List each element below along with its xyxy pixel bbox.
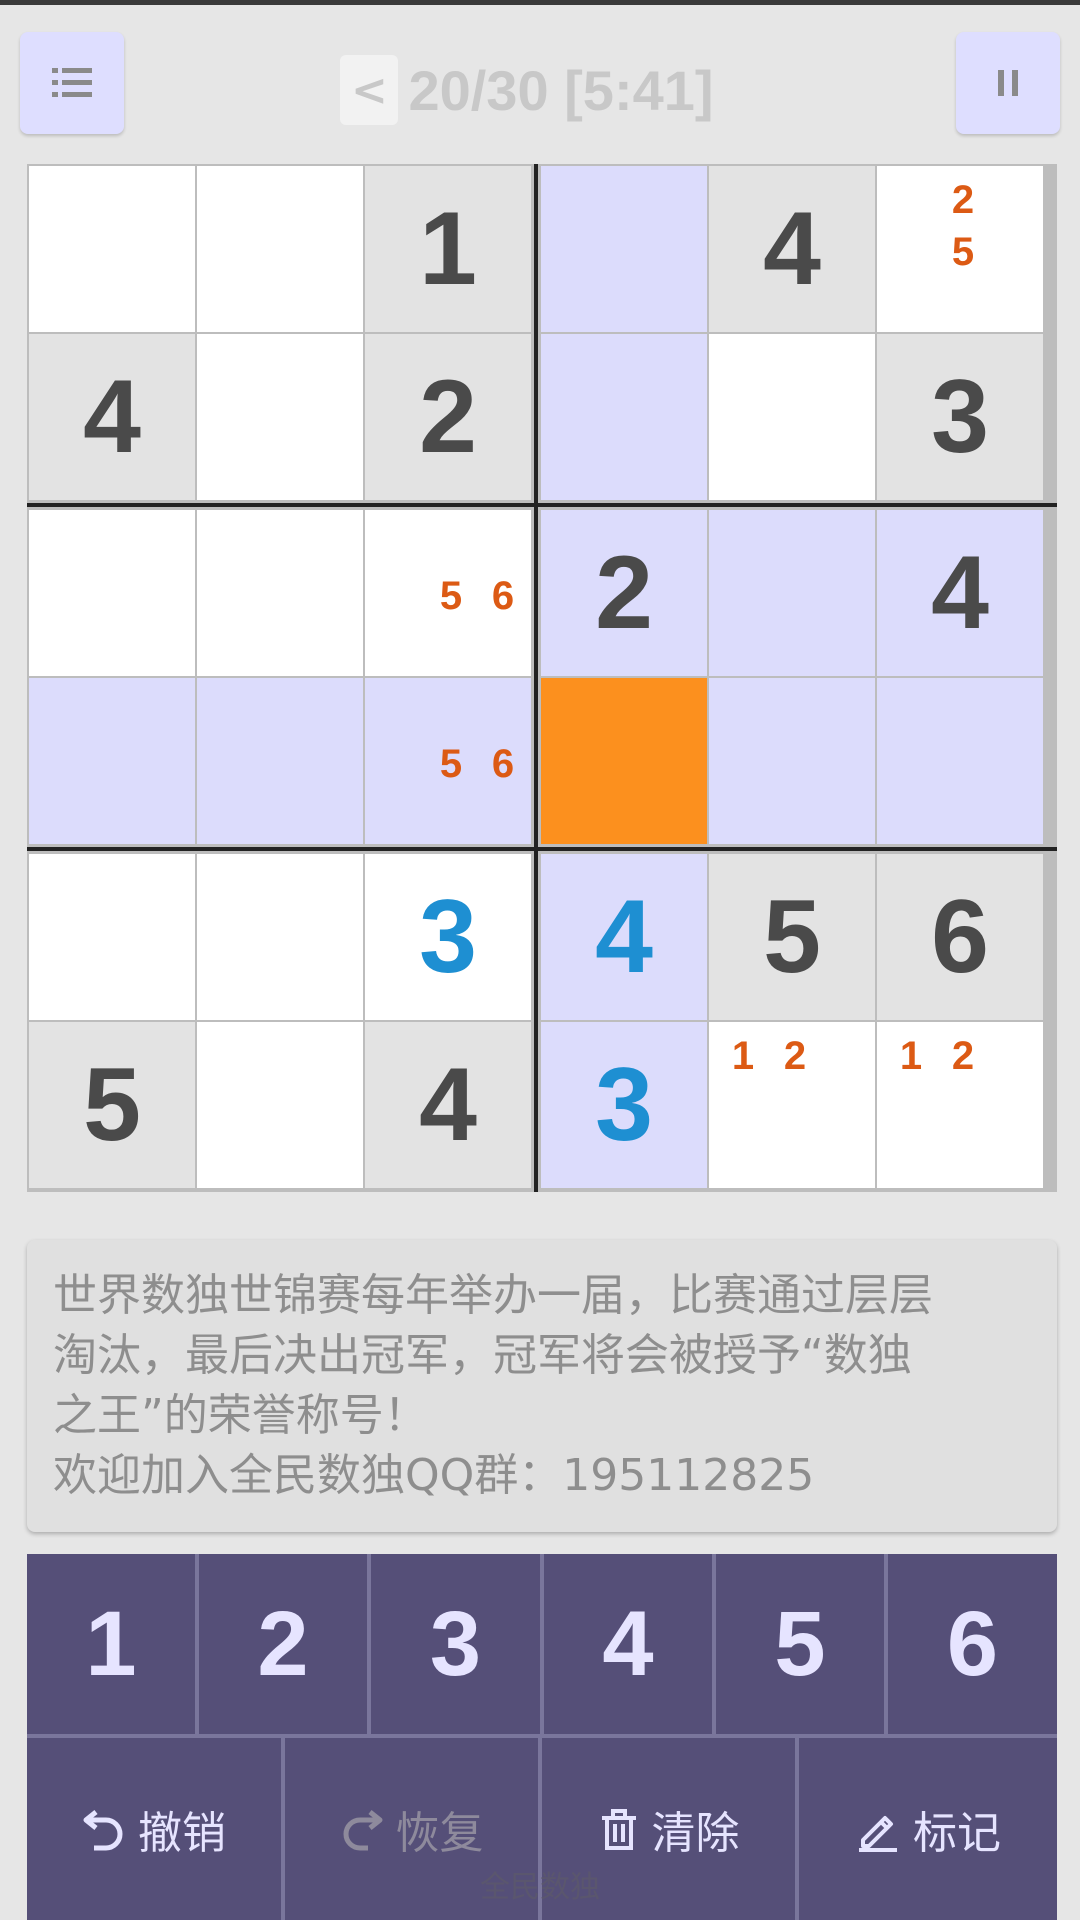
given-digit: 5 [763, 879, 821, 995]
cell-r1-c5[interactable]: 4 [709, 166, 875, 332]
digit-key-3[interactable]: 3 [371, 1554, 540, 1734]
cell-r2-c6[interactable]: 3 [877, 334, 1043, 500]
cell-r6-c1[interactable]: 5 [29, 1022, 195, 1188]
given-digit: 5 [83, 1047, 141, 1163]
trash-icon [601, 1809, 636, 1850]
pencil-mark: 6 [491, 573, 515, 618]
given-digit: 2 [419, 359, 477, 475]
cell-r5-c2[interactable] [197, 854, 363, 1020]
timer-text: [5:41] [564, 58, 714, 122]
user-digit: 4 [595, 879, 653, 995]
status-bar-edge [0, 0, 1080, 5]
pencil-icon [859, 1816, 897, 1852]
sudoku-board: 142542356245634565431212 [27, 164, 1057, 1192]
given-digit: 6 [931, 879, 989, 995]
pause-button[interactable] [956, 32, 1060, 134]
cell-r5-c5[interactable]: 5 [709, 854, 875, 1020]
footer-watermark: 全民数独 [480, 1870, 600, 1905]
cell-r3-c3[interactable]: 56 [365, 510, 531, 676]
cell-r6-c4[interactable]: 3 [541, 1022, 707, 1188]
given-digit: 3 [931, 359, 989, 475]
box-divider-vertical [534, 164, 538, 1192]
cell-r3-c6[interactable]: 4 [877, 510, 1043, 676]
game-status: < 20/30 [5:41] [0, 40, 1080, 140]
cell-r1-c1[interactable] [29, 166, 195, 332]
user-digit: 3 [419, 879, 477, 995]
digit-key-5[interactable]: 5 [716, 1554, 884, 1734]
given-digit: 4 [763, 191, 821, 307]
redo-icon [343, 1810, 382, 1851]
undo-icon [83, 1810, 123, 1851]
cell-r2-c3[interactable]: 2 [365, 334, 531, 500]
pencil-mark: 5 [951, 229, 975, 274]
pencil-mark: 2 [951, 1033, 975, 1078]
given-digit: 4 [931, 535, 989, 651]
pencil-mark: 5 [439, 741, 463, 786]
pencil-mark: 2 [783, 1033, 807, 1078]
cell-r6-c5[interactable]: 12 [709, 1022, 875, 1188]
pencil-mark: 2 [951, 177, 975, 222]
pencil-mark: 1 [899, 1033, 923, 1078]
cell-r3-c2[interactable] [197, 510, 363, 676]
cell-r1-c6[interactable]: 25 [877, 166, 1043, 332]
cell-r2-c2[interactable] [197, 334, 363, 500]
cell-r2-c5[interactable] [709, 334, 875, 500]
progress-timer: 20/30 [5:41] [408, 58, 713, 123]
cell-r5-c1[interactable] [29, 854, 195, 1020]
tip-line: 淘汰，最后决出冠军，冠军将会被授予“数独 [53, 1330, 912, 1381]
given-digit: 1 [419, 191, 477, 307]
cell-r5-c6[interactable]: 6 [877, 854, 1043, 1020]
cell-r4-c1[interactable] [29, 678, 195, 844]
cell-r1-c4[interactable] [541, 166, 707, 332]
pause-icon [998, 70, 1018, 96]
box-divider-horizontal [27, 503, 1057, 507]
user-digit: 3 [595, 1047, 653, 1163]
cell-r3-c1[interactable] [29, 510, 195, 676]
cell-r2-c4[interactable] [541, 334, 707, 500]
given-digit: 4 [83, 359, 141, 475]
cell-r3-c4[interactable]: 2 [541, 510, 707, 676]
tip-box: 世界数独世锦赛每年举办一届，比赛通过层层 淘汰，最后决出冠军，冠军将会被授予“数… [27, 1240, 1057, 1532]
cell-r1-c3[interactable]: 1 [365, 166, 531, 332]
digit-key-1[interactable]: 1 [27, 1554, 195, 1734]
cell-r4-c4[interactable] [541, 678, 707, 844]
cell-r5-c3[interactable]: 3 [365, 854, 531, 1020]
tip-line: 欢迎加入全民数独QQ群：195112825 [53, 1450, 815, 1501]
back-button[interactable]: < [340, 55, 399, 125]
digit-key-2[interactable]: 2 [199, 1554, 367, 1734]
tip-line: 世界数独世锦赛每年举办一届，比赛通过层层 [53, 1270, 933, 1321]
cell-r5-c4[interactable]: 4 [541, 854, 707, 1020]
digit-key-6[interactable]: 6 [888, 1554, 1057, 1734]
pencil-mark: 5 [439, 573, 463, 618]
given-digit: 2 [595, 535, 653, 651]
cell-r1-c2[interactable] [197, 166, 363, 332]
cell-r6-c2[interactable] [197, 1022, 363, 1188]
progress-text: 20/30 [408, 58, 549, 122]
digit-key-4[interactable]: 4 [544, 1554, 712, 1734]
cell-r4-c5[interactable] [709, 678, 875, 844]
pencil-mark: 6 [491, 741, 515, 786]
cell-r6-c3[interactable]: 4 [365, 1022, 531, 1188]
cell-r4-c2[interactable] [197, 678, 363, 844]
pencil-mark: 1 [731, 1033, 755, 1078]
tip-line: 之王”的荣誉称号！ [53, 1390, 428, 1441]
cell-r3-c5[interactable] [709, 510, 875, 676]
given-digit: 4 [419, 1047, 477, 1163]
cell-r6-c6[interactable]: 12 [877, 1022, 1043, 1188]
cell-r4-c3[interactable]: 56 [365, 678, 531, 844]
cell-r2-c1[interactable]: 4 [29, 334, 195, 500]
cell-r4-c6[interactable] [877, 678, 1043, 844]
box-divider-horizontal [27, 847, 1057, 851]
